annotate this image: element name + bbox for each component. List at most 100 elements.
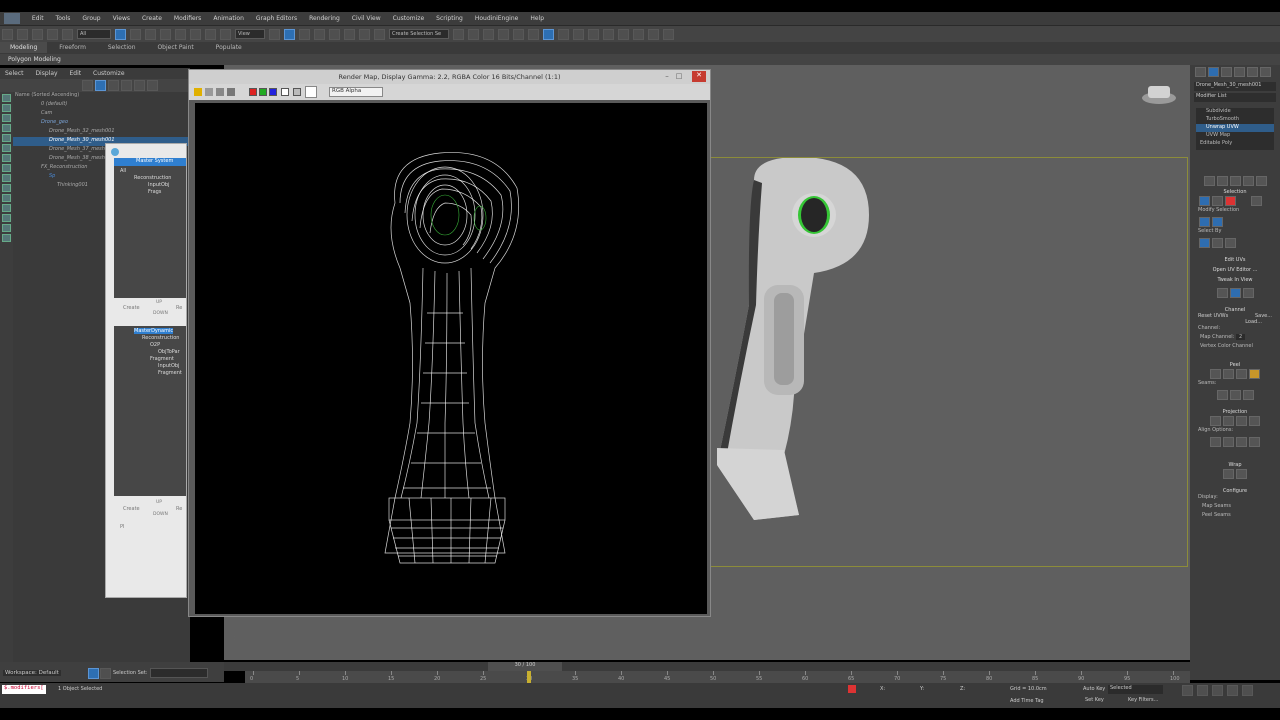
vertex-color-channel-radio[interactable]: Vertex Color Channel [1190, 343, 1280, 352]
sort-icon[interactable] [95, 80, 106, 91]
a360-icon[interactable] [633, 28, 644, 40]
tab-object-paint[interactable]: Object Paint [147, 42, 203, 53]
move-icon[interactable] [175, 28, 186, 40]
isolate-icon[interactable] [88, 668, 99, 679]
scene-menu-customize[interactable]: Customize [88, 68, 130, 79]
reset-peel-icon[interactable] [1236, 369, 1247, 379]
align-x-icon[interactable] [1242, 288, 1254, 298]
select-by-uv-icon[interactable] [1212, 238, 1223, 248]
scale-icon[interactable] [205, 28, 216, 40]
geometry-filter-icon[interactable] [2, 114, 11, 122]
map-seams-checkbox[interactable]: Map Seams [1190, 503, 1280, 512]
layers-icon[interactable] [483, 28, 494, 40]
selection-set-field[interactable] [150, 668, 208, 678]
display-all-icon[interactable] [2, 104, 11, 112]
create-button-2[interactable]: Create [123, 506, 140, 512]
down-button-1[interactable]: DOWN [153, 311, 168, 316]
tree2-item-1[interactable]: O2P [114, 341, 186, 348]
freeze-icon[interactable] [147, 80, 158, 91]
tree1-all[interactable]: All [114, 166, 186, 174]
unfold-map-icon[interactable] [1236, 469, 1247, 479]
reset-uvws-button[interactable]: Reset UVWs [1198, 313, 1228, 319]
select-object-icon[interactable] [115, 28, 126, 40]
workspace-dropdown[interactable]: Workspace: Default [3, 670, 61, 676]
motion-tab-icon[interactable] [1234, 67, 1245, 77]
selection-filter-dropdown[interactable]: All [77, 29, 111, 39]
modifier-unwrap-uvw[interactable]: Unwrap UVW [1196, 124, 1274, 132]
scene-menu-select[interactable]: Select [0, 68, 29, 79]
menu-scripting[interactable]: Scripting [430, 12, 469, 22]
percent-snap-icon[interactable] [344, 28, 355, 40]
select-by-angle-icon[interactable] [1225, 238, 1236, 248]
show-end-result-icon[interactable] [1216, 176, 1228, 186]
expand-seams-icon[interactable] [1242, 390, 1254, 400]
polygon-select-icon[interactable] [1225, 196, 1236, 206]
schematic-view-icon[interactable] [528, 28, 539, 40]
selection-lock-icon[interactable] [100, 668, 111, 679]
key-mode-dropdown[interactable]: Selected [1108, 685, 1163, 694]
helper-filter-icon[interactable] [2, 154, 11, 162]
pi-button[interactable]: PI [120, 524, 125, 530]
peel-seams-checkbox[interactable]: Peel Seams [1190, 512, 1280, 521]
play-icon[interactable] [1212, 685, 1223, 696]
material-editor-icon[interactable] [543, 28, 554, 40]
menu-modifiers[interactable]: Modifiers [168, 12, 207, 22]
quick-planar-icon[interactable] [1216, 288, 1228, 298]
remove-button-1[interactable]: Re [176, 305, 182, 311]
box-map-icon[interactable] [1249, 416, 1260, 426]
object-name-field[interactable]: Drone_Mesh_30_mesh001 [1194, 82, 1276, 91]
monochrome-toggle[interactable] [293, 88, 301, 96]
ribbon-subtitle[interactable]: Polygon Modeling [0, 54, 69, 65]
modifier-uvw-map[interactable]: UVW Map [1196, 132, 1274, 140]
render-icon[interactable] [588, 28, 599, 40]
goto-end-icon[interactable] [1242, 685, 1253, 696]
render-setup-icon[interactable] [558, 28, 569, 40]
rotate-icon[interactable] [190, 28, 201, 40]
menu-create[interactable]: Create [136, 12, 168, 22]
bone-filter-icon[interactable] [2, 194, 11, 202]
planar-map-icon[interactable] [1210, 416, 1221, 426]
tab-modeling[interactable]: Modeling [0, 42, 48, 53]
create-tab-icon[interactable] [1195, 67, 1206, 77]
menu-animation[interactable]: Animation [207, 12, 250, 22]
remove-button-2[interactable]: Re [176, 506, 182, 512]
element-select-icon[interactable] [1251, 196, 1262, 206]
align-icon[interactable] [468, 28, 479, 40]
pelt-map-icon[interactable] [1223, 369, 1234, 379]
alpha-channel-toggle[interactable] [281, 88, 289, 96]
link-icon[interactable] [32, 28, 43, 40]
lock-selection-icon[interactable] [848, 685, 856, 693]
grow-icon[interactable] [1199, 217, 1210, 227]
blue-channel-toggle[interactable] [269, 88, 277, 96]
green-channel-toggle[interactable] [259, 88, 267, 96]
display-channel-dropdown[interactable]: RGB Alpha [329, 87, 383, 97]
down-button-2[interactable]: DOWN [153, 512, 168, 517]
current-frame-marker[interactable] [527, 671, 531, 683]
shrink-icon[interactable] [1212, 217, 1223, 227]
tree-item-cam[interactable]: Cam [13, 110, 190, 119]
frozen-filter-icon[interactable] [2, 224, 11, 232]
tweak-in-view-button[interactable]: Tweak In View [1190, 277, 1280, 283]
particle-filter-icon[interactable] [2, 204, 11, 212]
tree2-item-2[interactable]: ObjToPar [114, 348, 186, 355]
display-none-icon[interactable] [2, 94, 11, 102]
open-uv-editor-button[interactable]: Open UV Editor ... [1190, 267, 1280, 273]
set-key-button[interactable]: Set Key [1085, 697, 1104, 703]
hierarchy-tab-icon[interactable] [1221, 67, 1232, 77]
spinner-snap-icon[interactable] [359, 28, 370, 40]
edit-uvs-rollout[interactable]: Edit UVs [1190, 257, 1280, 263]
spherical-map-icon[interactable] [1236, 416, 1247, 426]
configure-sets-icon[interactable] [1255, 176, 1267, 186]
next-frame-icon[interactable] [1227, 685, 1238, 696]
spline-map-icon[interactable] [1223, 469, 1234, 479]
menu-views[interactable]: Views [107, 12, 136, 22]
extra-tools-icon[interactable] [663, 28, 674, 40]
utilities-tab-icon[interactable] [1260, 67, 1271, 77]
modifier-list-dropdown[interactable]: Modifier List [1194, 93, 1276, 102]
align-z-button[interactable] [1236, 437, 1247, 447]
time-slider-handle[interactable]: 30 / 100 [488, 662, 562, 671]
quick-planar-map-icon[interactable] [1229, 288, 1241, 298]
snaps-toggle-icon[interactable] [314, 28, 325, 40]
particle-view-window[interactable]: Master System All Reconstruction InputOb… [105, 143, 187, 598]
undo-icon[interactable] [2, 28, 13, 40]
